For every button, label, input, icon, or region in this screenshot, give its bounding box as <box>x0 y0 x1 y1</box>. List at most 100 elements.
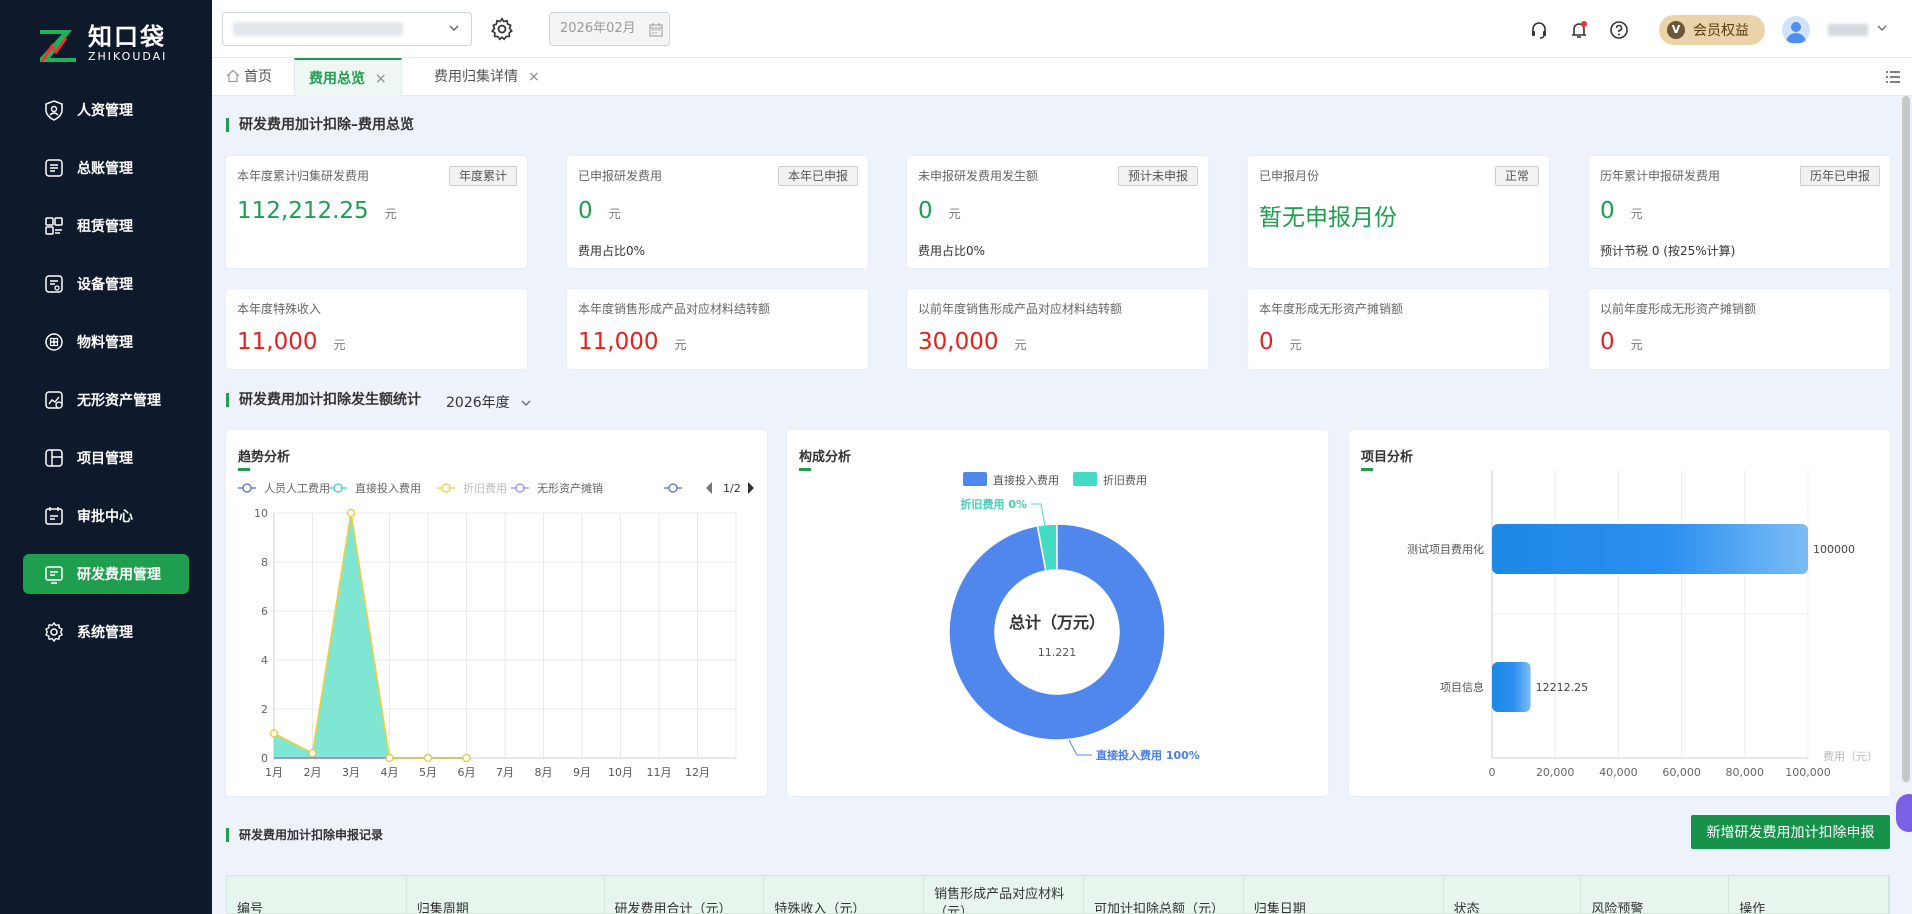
legend-marker <box>668 483 678 493</box>
legend-label: 无形资产摊销 <box>537 481 603 495</box>
stat-number: 0 <box>1600 329 1615 355</box>
help-icon[interactable] <box>1608 19 1630 41</box>
project-chart: 0 20,000 40,000 60,000 80,000 100,000 费用（元） 测试项… <box>1407 470 1878 779</box>
close-icon[interactable]: × <box>375 71 387 87</box>
label-line <box>1068 739 1092 756</box>
sidebar-item-lease[interactable]: 租赁管理 <box>23 206 189 246</box>
sidebar-item-intangible-asset[interactable]: 无形资产管理 <box>23 380 189 420</box>
sidebar-item-ledger[interactable]: 总账管理 <box>23 148 189 188</box>
data-point <box>269 729 279 738</box>
table-header-cell: 操作 <box>1729 876 1890 913</box>
stat-unit: 元 <box>608 207 621 221</box>
material-icon <box>45 333 63 351</box>
ledger-icon <box>45 159 63 177</box>
stat-tag[interactable]: 正常 <box>1494 166 1539 186</box>
sidebar-item-project[interactable]: 项目管理 <box>23 438 189 478</box>
legend-marker <box>333 483 343 493</box>
device-icon <box>45 275 63 293</box>
stat-card: 本年度累计归集研发费用 年度累计 112,212.25 元 <box>226 156 527 268</box>
calendar-icon <box>649 23 663 37</box>
legend-item: 直接投入费用 <box>329 481 421 495</box>
trend-chart: 0 2 4 6 8 10 1月 2月 3月 4月 5月 6月 7月 8月 9月 10月 11月 12月 人员人工费用… <box>238 480 754 779</box>
sidebar-item-settings[interactable]: 系统管理 <box>23 612 189 652</box>
tab-bar: 首页 费用总览 × 费用归集详情 × <box>212 58 1912 96</box>
company-select[interactable] <box>222 12 472 46</box>
x-tick-label: 4月 <box>381 766 399 779</box>
stat-tag[interactable]: 历年已申报 <box>1799 166 1880 186</box>
data-point <box>462 753 471 763</box>
stat-card-secondary: 本年度形成无形资产摊销额 0元 <box>1248 289 1549 369</box>
x-tick-label: 2月 <box>304 766 322 779</box>
bar <box>1492 524 1808 574</box>
stat-card-secondary: 本年度销售形成产品对应材料结转额 11,000 元 <box>567 289 868 369</box>
stat-tag[interactable]: 年度累计 <box>448 166 517 186</box>
overview-title: 研发费用加计扣除–费用总览 <box>226 118 414 132</box>
legend-swatch <box>963 472 987 486</box>
stat-card: 已申报研发费用 本年已申报 0 元费用占比0% <box>567 156 868 268</box>
tab-expense-overview[interactable]: 费用总览 × <box>294 58 402 96</box>
legend-item: 人员人工费用 <box>238 482 330 495</box>
stat-label: 本年度累计归集研发费用 <box>237 169 370 183</box>
close-icon[interactable]: × <box>528 69 540 85</box>
brand-logo[interactable]: 知口袋 ZHIKOUDAI <box>36 24 167 64</box>
sidebar-item-device[interactable]: 设备管理 <box>23 264 189 304</box>
stat-tag[interactable]: 本年已申报 <box>777 166 858 186</box>
stat-label: 已申报研发费用 <box>578 169 663 183</box>
y-tick-label: 2 <box>261 703 268 716</box>
year-select[interactable]: 2026年度 <box>446 392 532 412</box>
data-point <box>385 753 394 763</box>
legend-marker <box>242 483 252 493</box>
project-icon <box>45 449 63 467</box>
add-declaration-button[interactable]: 新增研发费用加计扣除申报 <box>1691 815 1890 849</box>
table-header-cell: 风险预警 <box>1581 876 1730 913</box>
x-tick-label: 6月 <box>458 766 476 779</box>
stat-value: 30,000 元 <box>918 329 1027 355</box>
month-picker[interactable]: 2026年02月 <box>549 12 670 46</box>
project-chart-card: 项目分析 0 20,000 40,000 60,000 80,000 100,000 费用（… <box>1349 430 1890 796</box>
chat-bubble-icon[interactable] <box>1896 794 1912 832</box>
tab-home[interactable]: 首页 <box>212 58 286 96</box>
headset-icon[interactable] <box>1528 19 1550 41</box>
y-tick-label: 8 <box>261 556 268 569</box>
table-header-cell: 研发费用合计（元） <box>605 876 765 913</box>
user-shield-icon <box>45 100 63 121</box>
page-scrollbar[interactable] <box>1902 96 1910 782</box>
x-tick-label: 1月 <box>265 766 283 779</box>
table-header-cell: 状态 <box>1444 876 1582 913</box>
stat-card: 未申报研发费用发生额 预计未申报 0 元费用占比0% <box>907 156 1208 268</box>
tab-list-icon[interactable] <box>1884 68 1902 86</box>
table-header-cell: 归集日期 <box>1244 876 1444 913</box>
sidebar-item-approval[interactable]: 审批中心 <box>23 496 189 536</box>
stat-unit: 元 <box>674 338 687 352</box>
stat-tag[interactable]: 预计未申报 <box>1117 166 1198 186</box>
stat-unit: 元 <box>1014 338 1027 352</box>
sidebar-item-rd-expense[interactable]: 研发费用管理 <box>23 554 189 594</box>
stat-unit: 元 <box>1630 207 1643 221</box>
legend-next-icon <box>748 482 754 494</box>
legend-item: 无形资产摊销 <box>511 481 603 495</box>
avatar[interactable] <box>1782 16 1810 44</box>
stat-number: 30,000 <box>918 329 999 355</box>
notification-bell-icon[interactable] <box>1568 19 1590 41</box>
sidebar-item-label: 人资管理 <box>77 103 133 119</box>
stat-unit: 元 <box>948 207 961 221</box>
stat-value: 11,000 元 <box>237 329 346 355</box>
user-name-redacted[interactable] <box>1828 24 1868 36</box>
y-tick-label: 6 <box>261 605 268 618</box>
stat-number: 112,212.25 <box>237 198 369 224</box>
sidebar-item-label: 研发费用管理 <box>77 567 161 583</box>
pie-slice-直接投入费用 <box>948 523 1166 741</box>
x-tick-label: 9月 <box>573 766 591 779</box>
table-header-cell: 编号 <box>227 876 407 913</box>
stat-label: 以前年度形成无形资产摊销额 <box>1600 302 1757 316</box>
brand-name-en: ZHIKOUDAI <box>88 50 168 63</box>
gear-icon[interactable] <box>489 16 515 42</box>
legend-label: 直接投入费用 <box>355 481 421 495</box>
sidebar-item-user-shield[interactable]: 人资管理 <box>23 90 189 130</box>
sidebar-item-material[interactable]: 物料管理 <box>23 322 189 362</box>
vip-benefits-button[interactable]: V 会员权益 <box>1659 15 1765 45</box>
records-title: 研发费用加计扣除申报记录 <box>226 828 383 842</box>
pie-center-label: 总计（万元） <box>1009 613 1105 632</box>
tab-expense-collection-detail[interactable]: 费用归集详情 × <box>420 58 554 96</box>
chevron-down-icon[interactable] <box>1876 22 1888 34</box>
